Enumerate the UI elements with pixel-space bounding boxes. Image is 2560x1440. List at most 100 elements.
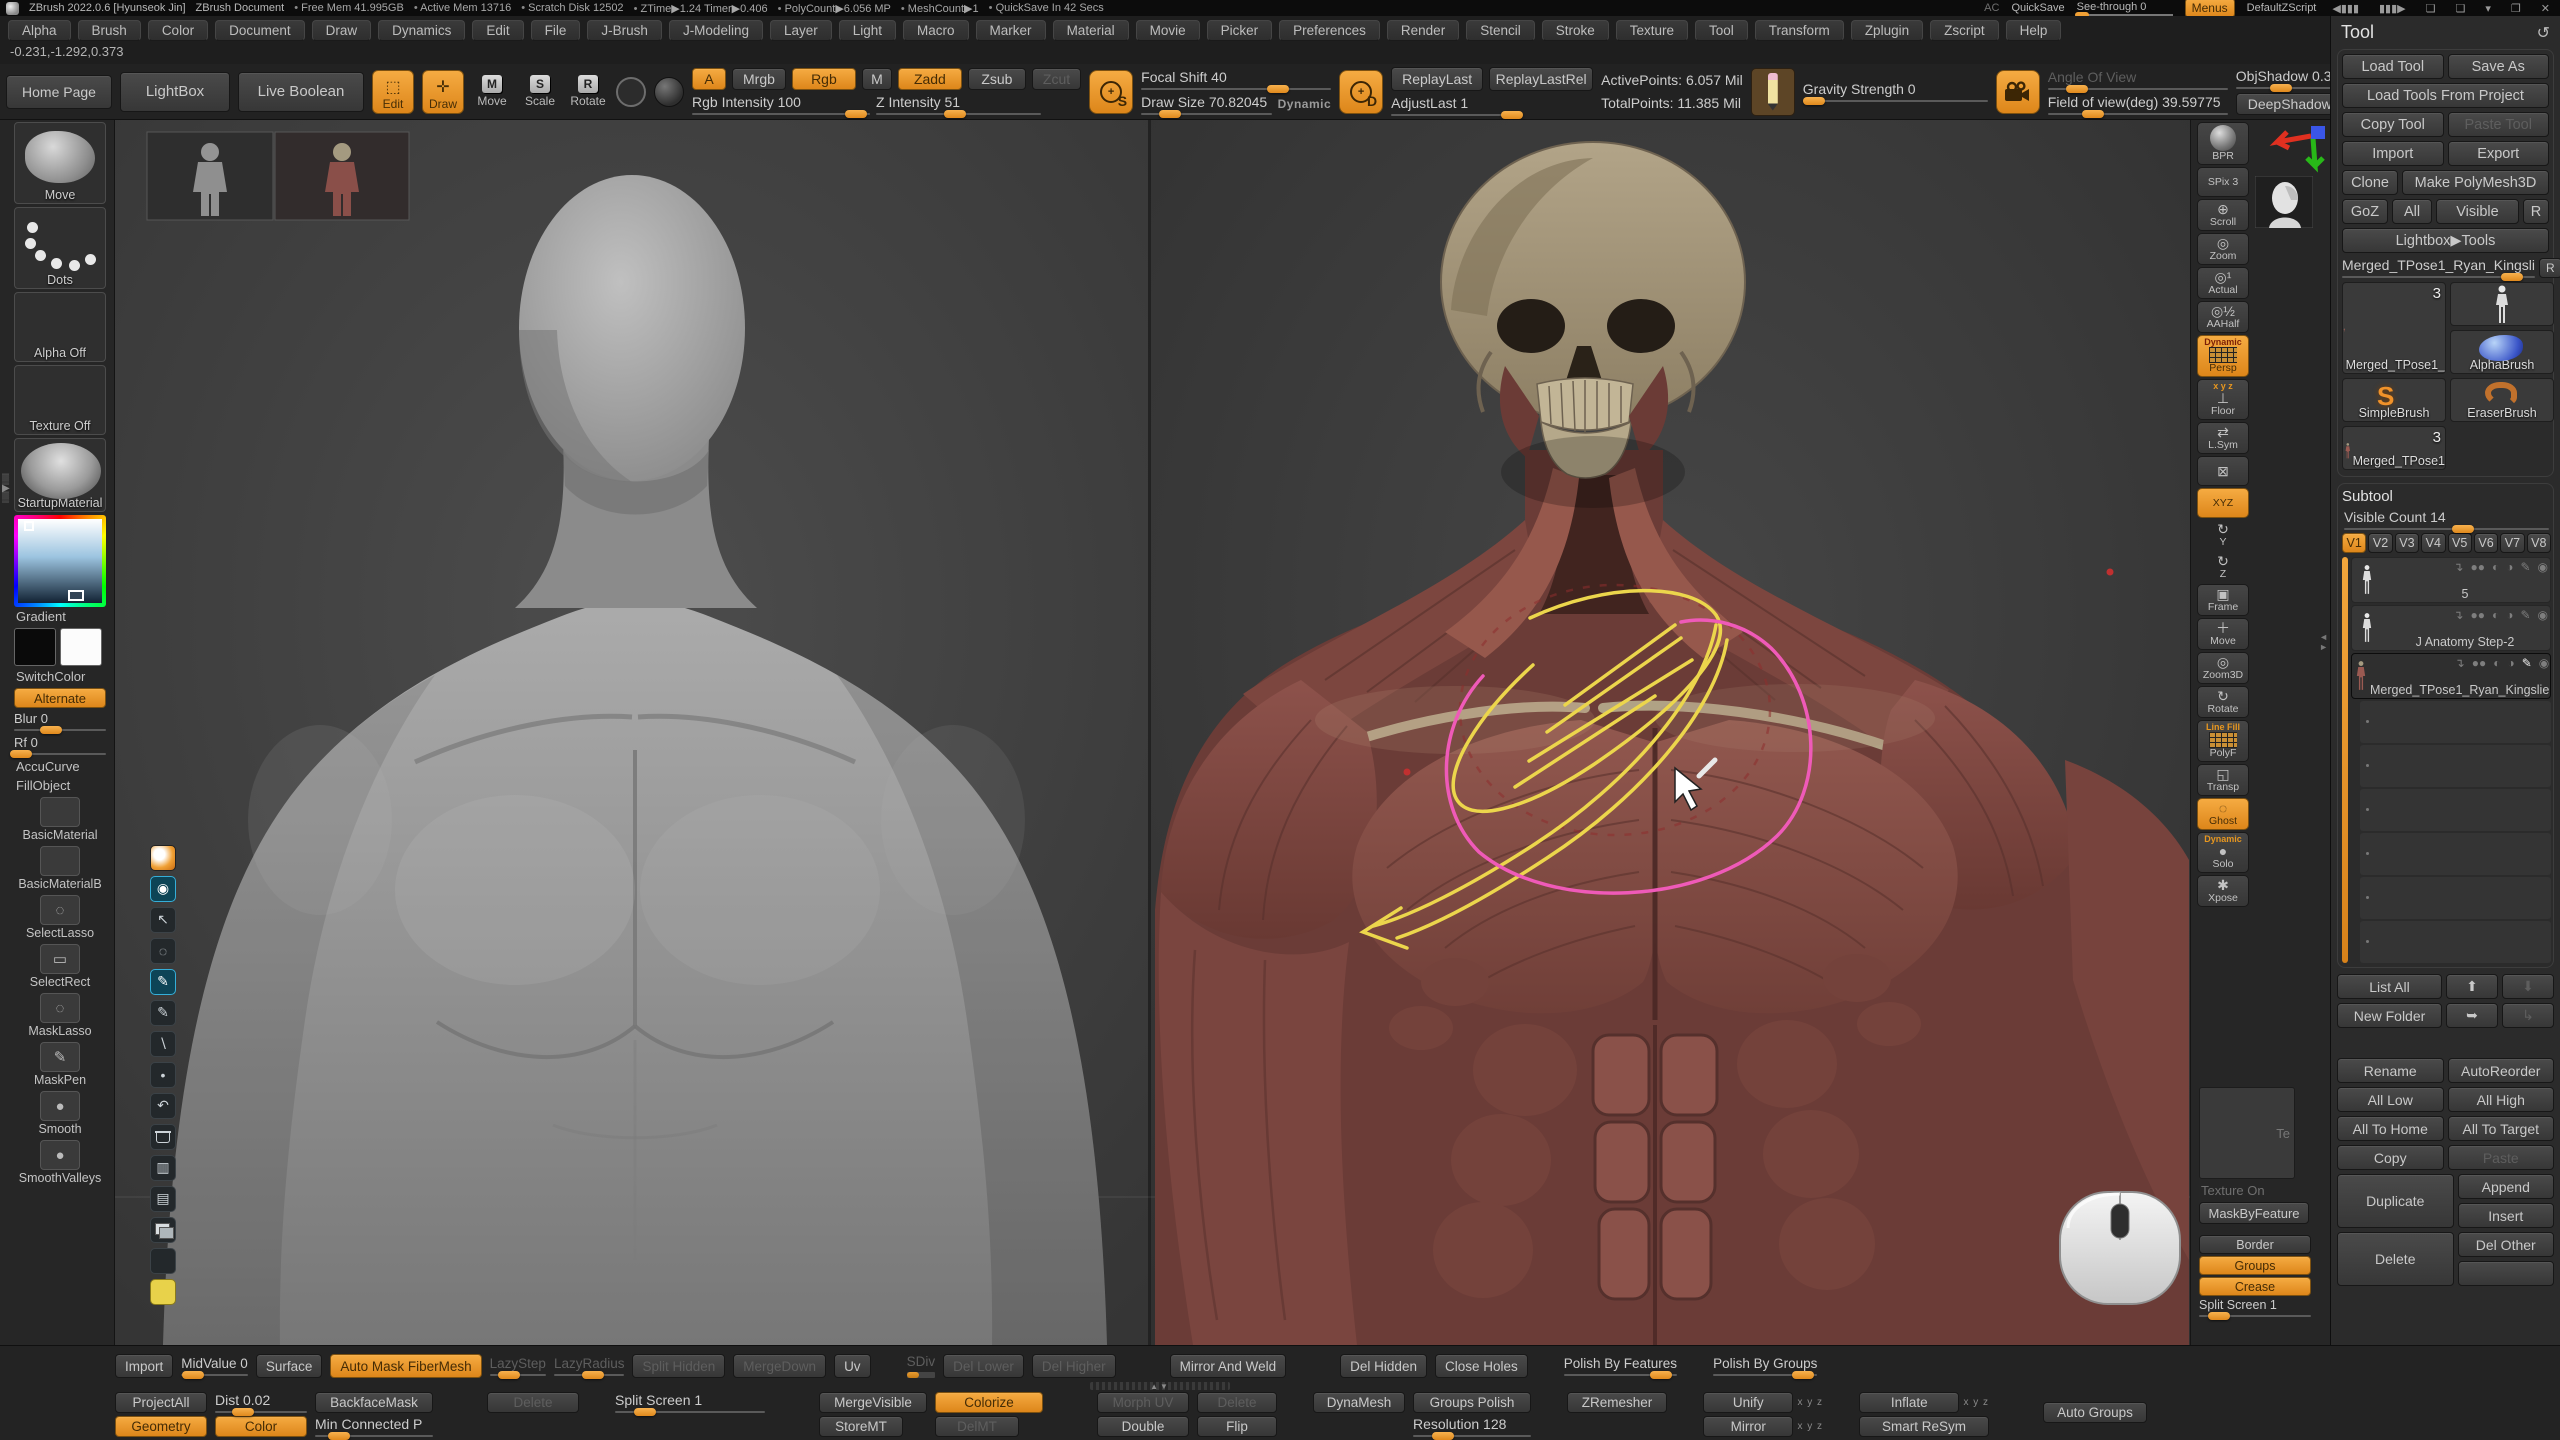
aahalf-button[interactable]: ◎½ AAHalf <box>2197 301 2249 333</box>
epicpen-logo-icon[interactable] <box>150 845 176 871</box>
camera-head-preview[interactable] <box>2255 176 2313 228</box>
goz-button[interactable]: GoZ <box>2342 199 2388 224</box>
zoom3d-button[interactable]: ◎ Zoom3D <box>2197 652 2249 684</box>
tool-thumbnail-current[interactable]: 3 Merged_TPose1_ <box>2342 282 2446 374</box>
tool-name-slider[interactable]: Merged_TPose1_Ryan_Kingsli <box>2342 257 2535 278</box>
subtool-page-tab[interactable]: V2 <box>2368 533 2392 553</box>
move-down-button[interactable]: ⬇ <box>2502 974 2554 999</box>
color-button[interactable]: Color <box>215 1416 307 1437</box>
gallery-icon[interactable] <box>150 1217 176 1243</box>
menu-item[interactable]: Draw <box>312 20 372 41</box>
dynamesh-button[interactable]: DynaMesh <box>1313 1392 1405 1413</box>
replay-last-button[interactable]: ReplayLast <box>1391 67 1483 91</box>
menu-item[interactable]: Movie <box>1136 20 1200 41</box>
gravity-strength-slider[interactable]: Gravity Strength 0 <box>1803 81 1988 102</box>
storemt-button[interactable]: StoreMT <box>819 1416 903 1437</box>
boolean-intersect-icon[interactable]: ◑ <box>2507 656 2514 670</box>
resolution-slider[interactable]: Resolution 128 <box>1413 1416 1531 1437</box>
lock-camera-button[interactable]: ⊠ <box>2197 456 2249 486</box>
mrgb-button[interactable]: Mrgb <box>732 68 786 90</box>
goz-all-button[interactable]: All <box>2392 199 2432 224</box>
rename-button[interactable]: Rename <box>2337 1058 2444 1083</box>
subtool-empty-row[interactable] <box>2360 833 2551 875</box>
polyframe-button[interactable]: Line Fill PolyF <box>2197 720 2249 762</box>
material-basicmaterialb[interactable]: BasicMaterialB <box>14 846 106 891</box>
pencil-icon[interactable]: ✎ <box>150 1000 176 1026</box>
spix-slider[interactable]: SPix 3 <box>2197 167 2249 197</box>
subtool-scrollbar[interactable] <box>2342 557 2348 963</box>
split-screen-divider[interactable] <box>1148 120 1151 1345</box>
boolean-start-icon[interactable]: ↴ <box>2453 608 2463 622</box>
crease-button[interactable]: Crease <box>2199 1277 2311 1296</box>
subtool-page-tab[interactable]: V6 <box>2474 533 2498 553</box>
timeline-scrub-left-icon[interactable]: ◀▮▮▮ <box>2328 2 2363 15</box>
all-high-button[interactable]: All High <box>2448 1087 2555 1112</box>
solo-button[interactable]: Dynamic ● Solo <box>2197 832 2249 873</box>
import-button[interactable]: Import <box>2342 141 2444 166</box>
subtool-page-tab[interactable]: V7 <box>2500 533 2524 553</box>
menu-item[interactable]: Alpha <box>8 20 71 41</box>
secondary-color-swatch[interactable] <box>60 628 102 666</box>
brush-selectrect[interactable]: ▭ SelectRect <box>14 944 106 989</box>
brush-selectlasso[interactable]: ◌ SelectLasso <box>14 895 106 940</box>
deep-shadow-button[interactable]: DeepShadow <box>2236 93 2344 115</box>
main-color-swatch[interactable] <box>14 628 56 666</box>
colorize-button[interactable]: Colorize <box>935 1392 1043 1413</box>
draw-mode-button[interactable]: ✛ Draw <box>422 70 464 114</box>
boolean-start-icon[interactable]: ↴ <box>2455 656 2465 670</box>
cursor-icon[interactable]: ↖ <box>150 907 176 933</box>
z-intensity-slider[interactable]: Z Intensity 51 <box>876 94 1041 115</box>
subpalette-divider-handle[interactable]: ▲▼ <box>1090 1382 1230 1390</box>
visibility-eye-icon[interactable]: ◉ <box>2538 608 2548 622</box>
subtool-item-selected[interactable]: ↴ ●● ◐ ◑ ✎ ◉ Merged_TPose1_Ryan_Kingslie <box>2351 653 2551 699</box>
blur-slider[interactable]: Blur 0 <box>14 711 106 731</box>
subtool-page-tab[interactable]: V5 <box>2448 533 2472 553</box>
scale-mode-button[interactable]: S Scale <box>520 75 560 108</box>
xpose-button[interactable]: ✱ Xpose <box>2197 875 2249 907</box>
geometry-button[interactable]: Geometry <box>115 1416 207 1437</box>
lightbox-tools-button[interactable]: Lightbox▶Tools <box>2342 228 2549 253</box>
boolean-union-icon[interactable]: ●● <box>2472 656 2487 670</box>
all-low-button[interactable]: All Low <box>2337 1087 2444 1112</box>
xyz-button[interactable]: XYZ <box>2197 488 2249 518</box>
lightbox-button[interactable]: LightBox <box>120 72 230 112</box>
visibility-eye-icon[interactable]: ◉ <box>2539 656 2549 670</box>
zoom-button[interactable]: ◎ Zoom <box>2197 233 2249 265</box>
m-button[interactable]: M <box>862 68 892 90</box>
menu-item[interactable]: Macro <box>903 20 969 41</box>
new-folder-button[interactable]: New Folder <box>2337 1003 2442 1028</box>
camera-icon[interactable] <box>1996 70 2040 114</box>
insert-button[interactable]: Insert <box>2458 1203 2555 1228</box>
all-to-target-button[interactable]: All To Target <box>2448 1116 2555 1141</box>
mirror-axis-toggles[interactable]: x y z <box>1797 1421 1823 1432</box>
boolean-difference-icon[interactable]: ◐ <box>2492 560 2499 574</box>
fill-icon[interactable]: ▥ <box>150 1155 176 1181</box>
rotate-view-button[interactable]: ↻ Rotate <box>2197 686 2249 718</box>
rotate-mode-button[interactable]: R Rotate <box>568 75 608 108</box>
transparency-button[interactable]: ◱ Transp <box>2197 764 2249 796</box>
gradient-label[interactable]: Gradient <box>16 609 114 624</box>
brush-maskpen[interactable]: ✎ MaskPen <box>14 1042 106 1087</box>
palette-reset-icon[interactable]: ↺ <box>2537 23 2550 43</box>
stroke-focal-icon[interactable]: +S <box>1089 70 1133 114</box>
menu-item[interactable]: Color <box>148 20 208 41</box>
current-alpha-thumbnail[interactable]: Alpha Off <box>14 292 106 362</box>
inflate-axis-toggles[interactable]: x y z <box>1963 1397 1989 1408</box>
zsub-button[interactable]: Zsub <box>968 68 1026 90</box>
move-up-button[interactable]: ⬆ <box>2446 974 2498 999</box>
menu-item[interactable]: J-Brush <box>587 20 662 41</box>
subtool-empty-row[interactable] <box>2360 789 2551 831</box>
menu-item[interactable]: Brush <box>78 20 141 41</box>
menu-item[interactable]: Preferences <box>1279 20 1380 41</box>
menu-item[interactable]: Tool <box>1695 20 1748 41</box>
menu-item[interactable]: Stencil <box>1466 20 1535 41</box>
subtool-page-tab[interactable]: V3 <box>2395 533 2419 553</box>
undo-icon[interactable]: ↶ <box>150 1093 176 1119</box>
replay-last-rel-button[interactable]: ReplayLastRel <box>1489 67 1593 91</box>
frame-button[interactable]: ▣ Frame <box>2197 584 2249 616</box>
persp-button[interactable]: Dynamic Persp <box>2197 335 2249 377</box>
palette-icon[interactable] <box>150 1248 176 1274</box>
fillobject-button[interactable]: FillObject <box>16 778 114 793</box>
left-tray-resize-handle[interactable]: ▒▶▒ <box>2 475 10 502</box>
visibility-icon[interactable]: ◉ <box>150 876 176 902</box>
